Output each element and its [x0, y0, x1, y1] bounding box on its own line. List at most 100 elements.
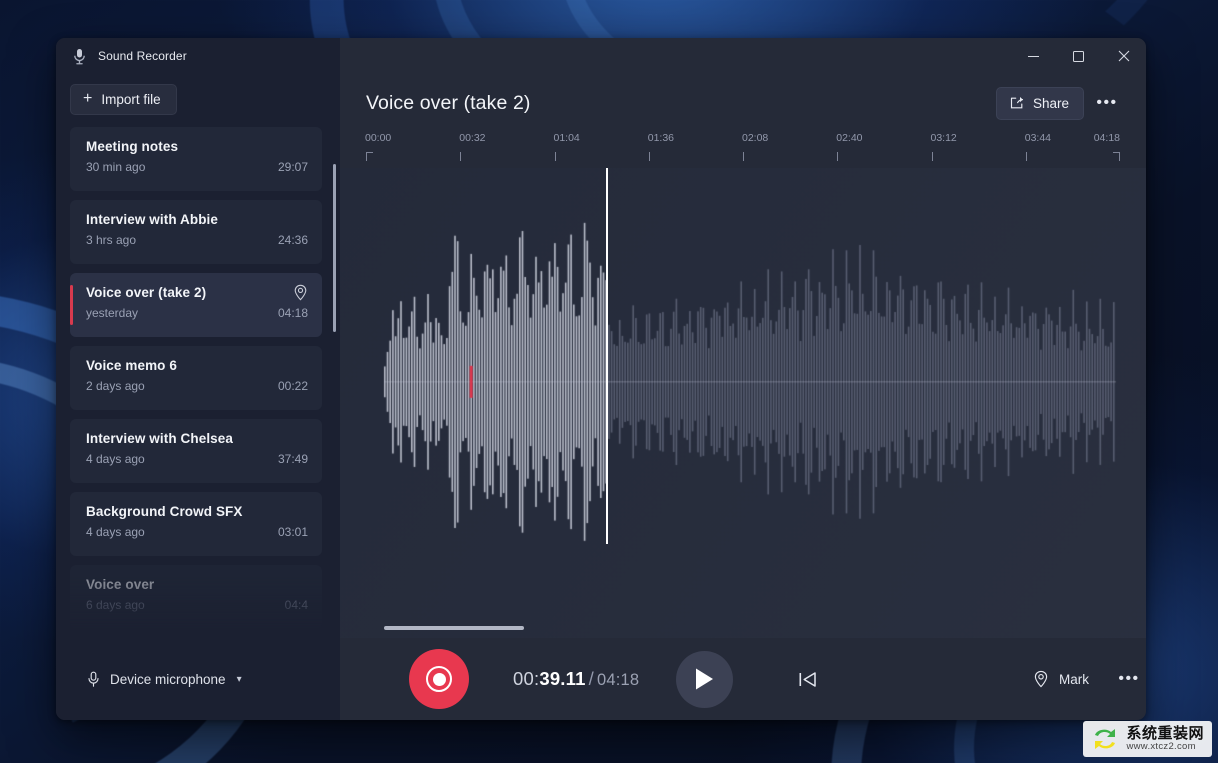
share-label: Share [1032, 95, 1069, 111]
recording-item[interactable]: Interview with Abbie 3 hrs ago 24:36 [70, 200, 322, 264]
sound-recorder-window: Sound Recorder + Import file Meeting not… [56, 38, 1146, 720]
close-button[interactable] [1101, 38, 1146, 74]
ruler-tick-mark [648, 152, 650, 161]
recording-date: 2 days ago [86, 379, 145, 393]
window-controls [340, 38, 1146, 74]
recording-item[interactable]: Background Crowd SFX 4 days ago 03:01 [70, 492, 322, 556]
ruler-tick-label: 02:40 [836, 132, 863, 144]
current-time-minutes: 00: [513, 668, 540, 689]
recordings-list[interactable]: Meeting notes 30 min ago 29:07 Interview wi… [56, 127, 340, 638]
recording-meta: 30 min ago 29:07 [86, 160, 308, 174]
recording-date: 4 days ago [86, 452, 145, 466]
recording-meta: 4 days ago 37:49 [86, 452, 308, 466]
marker-pin-icon[interactable] [292, 284, 309, 301]
total-time: 04:18 [596, 671, 640, 689]
recording-duration: 03:01 [277, 525, 308, 539]
ruler-tick-label: 04:18 [1093, 132, 1120, 144]
recording-date: yesterday [86, 306, 139, 320]
ruler-tick-label: 00:32 [459, 132, 486, 144]
record-button[interactable] [409, 649, 469, 709]
recording-meta: 4 days ago 03:01 [86, 525, 308, 539]
recording-meta: 6 days ago 04:4 [86, 598, 308, 612]
timeline-ruler[interactable]: 00:00 00:32 01:04 01:36 02:08 02:40 03:12 03:44… [365, 132, 1120, 168]
recording-item[interactable]: Voice over (take 2) yesterday 04:18 [70, 273, 322, 337]
play-button[interactable] [676, 650, 734, 708]
ruler-tick-mark [837, 152, 839, 161]
maximize-button[interactable] [1056, 38, 1101, 74]
document-header: Voice over (take 2) Share ••• [340, 74, 1146, 132]
recording-date: 3 hrs ago [86, 233, 137, 247]
device-area: Device microphone ▾ [56, 638, 340, 720]
close-icon [1118, 50, 1129, 62]
ruler-tick-label: 01:04 [553, 132, 580, 144]
device-label: Device microphone [110, 671, 226, 687]
mark-label: Mark [1059, 671, 1089, 687]
ruler-tick-mark [743, 152, 744, 161]
recording-duration: 37:49 [277, 452, 308, 466]
microphone-icon [88, 671, 99, 687]
sidebar: Sound Recorder + Import file Meeting not… [56, 38, 340, 638]
import-row: + Import file [56, 74, 340, 127]
recording-date: 30 min ago [86, 160, 146, 174]
recording-name: Interview with Abbie [86, 212, 219, 227]
ruler-tick-mark [931, 152, 933, 161]
time-display: 00:39.11/04:18 [513, 668, 639, 690]
time-separator: / [588, 668, 594, 689]
waveform-scrollbar-thumb[interactable] [384, 626, 524, 630]
skip-back-button[interactable] [787, 659, 827, 699]
ruler-tick-label: 02:08 [742, 132, 769, 144]
sidebar-scrollbar-thumb[interactable] [333, 164, 336, 332]
marker-pin-icon [1034, 670, 1048, 688]
recording-duration: 04:18 [277, 306, 308, 320]
titlebar-left: Sound Recorder [56, 38, 340, 74]
minimize-icon [1028, 55, 1039, 57]
current-time-seconds: 39.11 [539, 668, 586, 689]
share-icon [1010, 97, 1024, 109]
recording-item[interactable]: Voice memo 6 2 days ago 00:22 [70, 346, 322, 410]
recording-meta: 2 days ago 00:22 [86, 379, 308, 393]
waveform-area[interactable] [340, 168, 1146, 638]
recording-duration: 29:07 [277, 160, 308, 174]
main-pane: Voice over (take 2) Share ••• 00:00 00:32… [340, 38, 1146, 638]
device-microphone-picker[interactable]: Device microphone ▾ [74, 663, 252, 695]
recording-duration: 00:22 [277, 379, 308, 393]
recording-name: Background Crowd SFX [86, 504, 243, 519]
mark-button[interactable]: Mark [1021, 662, 1100, 696]
record-icon [426, 666, 452, 692]
ruler-tick-mark [554, 152, 556, 161]
recording-duration: 04:4 [284, 598, 308, 612]
recording-name: Meeting notes [86, 139, 179, 154]
recording-meta: 3 hrs ago 24:36 [86, 233, 308, 247]
recording-item[interactable]: Interview with Chelsea 4 days ago 37:49 [70, 419, 322, 483]
more-options-button[interactable]: ••• [1090, 87, 1124, 120]
recording-date: 4 days ago [86, 525, 145, 539]
sidebar-scrollbar[interactable] [333, 164, 336, 664]
transport-bar: Device microphone ▾ 00:39.11/04:18 Mark … [56, 638, 1146, 720]
skip-back-icon [799, 671, 816, 687]
chevron-down-icon: ▾ [236, 673, 242, 685]
minimize-button[interactable] [1011, 38, 1056, 74]
recording-item[interactable]: Meeting notes 30 min ago 29:07 [70, 127, 322, 191]
app-title: Sound Recorder [98, 49, 187, 63]
page-title: Voice over (take 2) [366, 91, 531, 114]
ruler-tick-mark [366, 152, 373, 161]
playhead[interactable] [606, 168, 609, 544]
player-controls: 00:39.11/04:18 Mark ••• [340, 638, 1146, 720]
ruler-tick-label: 00:00 [365, 132, 392, 144]
ruler-tick-label: 01:36 [647, 132, 675, 144]
microphone-icon [74, 48, 85, 64]
recording-meta: yesterday 04:18 [86, 306, 308, 320]
ruler-tick-mark [1025, 152, 1027, 161]
play-icon [696, 668, 714, 690]
maximize-icon [1073, 50, 1084, 62]
import-file-label: Import file [101, 92, 161, 107]
ruler-tick-label: 03:12 [930, 132, 957, 144]
recording-item[interactable]: Voice over 6 days ago 04:4 [70, 565, 322, 629]
waveform-scrollbar[interactable] [384, 626, 1140, 630]
recording-duration: 24:36 [277, 233, 308, 247]
waveform-canvas[interactable] [340, 168, 1146, 638]
recording-date: 6 days ago [86, 598, 145, 612]
import-file-button[interactable]: + Import file [70, 84, 177, 115]
share-button[interactable]: Share [995, 86, 1084, 120]
player-more-options-button[interactable]: ••• [1112, 662, 1146, 696]
